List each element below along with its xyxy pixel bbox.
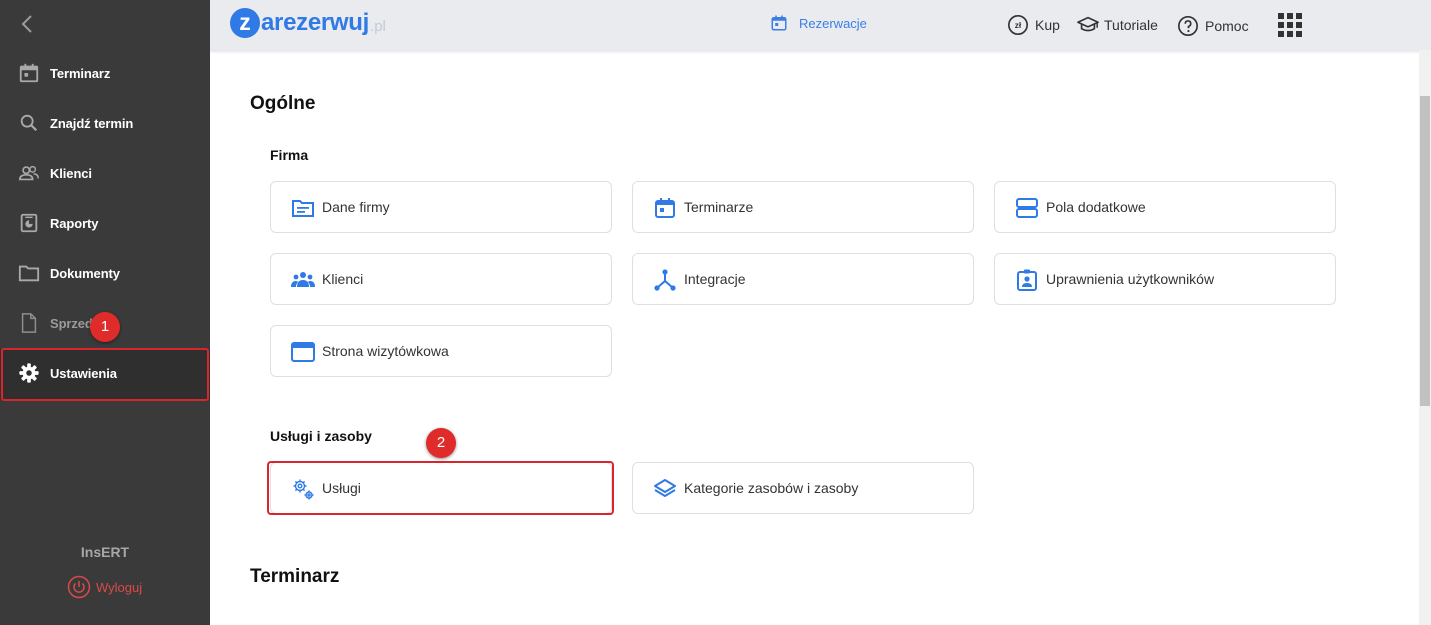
back-arrow-icon[interactable] — [16, 12, 40, 36]
app-logo[interactable]: z arezerwuj .pl — [230, 8, 386, 38]
section-title-scheduler: Terminarz — [250, 566, 340, 587]
card-label: Terminarze — [684, 199, 754, 215]
sidebar-item-raporty[interactable]: Raporty — [0, 199, 210, 249]
card-label: Integracje — [684, 271, 746, 287]
sidebar-item-label: Raporty — [50, 216, 99, 231]
logo-text: arezerwuj — [261, 9, 370, 36]
graduation-cap-icon — [1077, 16, 1099, 32]
report-icon — [20, 213, 38, 233]
zloty-coin-icon: zł — [1008, 15, 1028, 35]
sidebar-item-dokumenty[interactable]: Dokumenty — [0, 249, 210, 299]
sidebar-item-znajdz-termin[interactable]: Znajdź termin — [0, 99, 210, 149]
layers-icon — [654, 479, 676, 497]
card-user-permissions[interactable]: Uprawnienia użytkowników — [994, 253, 1336, 305]
divider — [210, 50, 1419, 54]
help-icon — [1178, 16, 1198, 36]
calendar-icon — [771, 15, 787, 31]
svg-text:zł: zł — [1015, 21, 1022, 30]
sidebar-item-label: Znajdź termin — [50, 116, 134, 131]
sidebar-item-label: Terminarz — [50, 66, 111, 81]
card-label: Kategorie zasobów i zasoby — [684, 480, 859, 496]
logout-label: Wyloguj — [96, 579, 143, 595]
search-icon — [20, 114, 38, 132]
logout-button[interactable]: Wyloguj — [67, 575, 142, 599]
calendar-icon — [655, 198, 675, 218]
card-label: Uprawnienia użytkowników — [1046, 271, 1215, 287]
card-extra-fields[interactable]: Pola dodatkowe — [994, 181, 1336, 233]
logo-mark: z — [230, 8, 260, 38]
tutorials-label: Tutoriale — [1104, 17, 1158, 33]
brand-name: InsERT — [80, 544, 130, 560]
folder-icon — [18, 265, 40, 282]
reservations-link[interactable]: Rezerwacje — [770, 14, 867, 32]
sidebar-item-label: Dokumenty — [50, 266, 120, 281]
section-title-general: Ogólne — [250, 93, 316, 114]
website-icon — [291, 342, 315, 362]
company-data-icon — [292, 200, 314, 217]
buy-link[interactable]: zł Kup — [1007, 14, 1060, 36]
card-business-page[interactable]: Strona wizytówkowa — [270, 325, 612, 377]
integrations-icon — [654, 269, 676, 291]
document-icon — [21, 313, 37, 333]
sidebar-item-terminarz[interactable]: Terminarz — [0, 49, 210, 99]
subsection-title-company: Firma — [270, 147, 309, 163]
step-badge-2: 2 — [426, 428, 456, 458]
tutorials-link[interactable]: Tutoriale — [1076, 14, 1158, 36]
sidebar-item-label: Klienci — [50, 166, 92, 181]
card-label: Strona wizytówkowa — [322, 343, 449, 359]
card-clients[interactable]: Klienci — [270, 253, 612, 305]
card-integrations[interactable]: Integracje — [632, 253, 974, 305]
user-permissions-icon — [1017, 269, 1037, 291]
reservations-label: Rezerwacje — [799, 15, 867, 31]
clients-icon — [291, 272, 315, 287]
help-link[interactable]: Pomoc — [1177, 15, 1249, 37]
scrollbar-thumb[interactable] — [1420, 96, 1430, 406]
power-icon — [67, 575, 91, 599]
calendar-icon — [19, 63, 39, 83]
extra-fields-icon — [1016, 198, 1038, 218]
card-schedules[interactable]: Terminarze — [632, 181, 974, 233]
card-resource-categories[interactable]: Kategorie zasobów i zasoby — [632, 462, 974, 514]
highlight-frame-services — [267, 461, 614, 515]
top-bar: z arezerwuj .pl Rezerwacje zł Kup Tutori… — [210, 0, 1431, 50]
subsection-title-services: Usługi i zasoby — [270, 428, 372, 444]
card-label: Klienci — [322, 271, 364, 287]
buy-label: Kup — [1035, 17, 1060, 33]
card-label: Pola dodatkowe — [1046, 199, 1146, 215]
people-icon — [19, 165, 39, 181]
help-label: Pomoc — [1205, 18, 1249, 34]
logo-suffix: .pl — [370, 17, 386, 35]
step-badge-1: 1 — [90, 312, 120, 342]
scrollbar[interactable] — [1419, 50, 1431, 625]
card-label: Dane firmy — [322, 199, 390, 215]
card-company-data[interactable]: Dane firmy — [270, 181, 612, 233]
sidebar-item-klienci[interactable]: Klienci — [0, 149, 210, 199]
apps-grid-icon[interactable] — [1277, 12, 1303, 38]
highlight-frame-ustawienia — [1, 348, 209, 401]
